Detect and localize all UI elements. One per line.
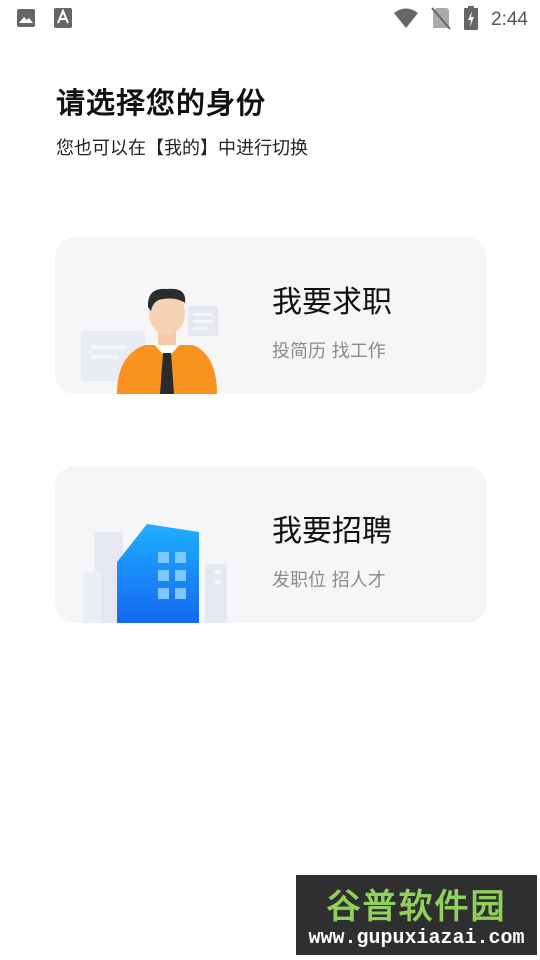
watermark: 谷普软件园 www.gupuxiazai.com [296,875,537,955]
watermark-url: www.gupuxiazai.com [308,927,525,950]
job-seeker-title: 我要求职 [272,285,392,320]
job-seeker-person-icon [81,288,218,394]
job-seeker-card[interactable]: 我要求职 投简历 找工作 [55,237,487,394]
wifi-icon [393,7,419,33]
job-seeker-description: 投简历 找工作 [272,341,386,362]
font-a-icon [54,8,74,28]
company-building-icon [83,524,227,623]
recruiter-card[interactable]: 我要招聘 发职位 招人才 [55,466,487,623]
page-title: 请选择您的身份 [56,86,267,120]
page-subtitle: 您也可以在【我的】中进行切换 [56,138,308,159]
battery-charging-icon [463,6,479,34]
recruiter-title: 我要招聘 [272,514,392,549]
watermark-title: 谷普软件园 [326,887,507,927]
no-sim-icon [431,6,451,34]
status-time: 2:44 [491,9,528,30]
recruiter-description: 发职位 招人才 [272,570,386,591]
image-icon [16,8,36,28]
status-bar: 2:44 [0,0,540,36]
